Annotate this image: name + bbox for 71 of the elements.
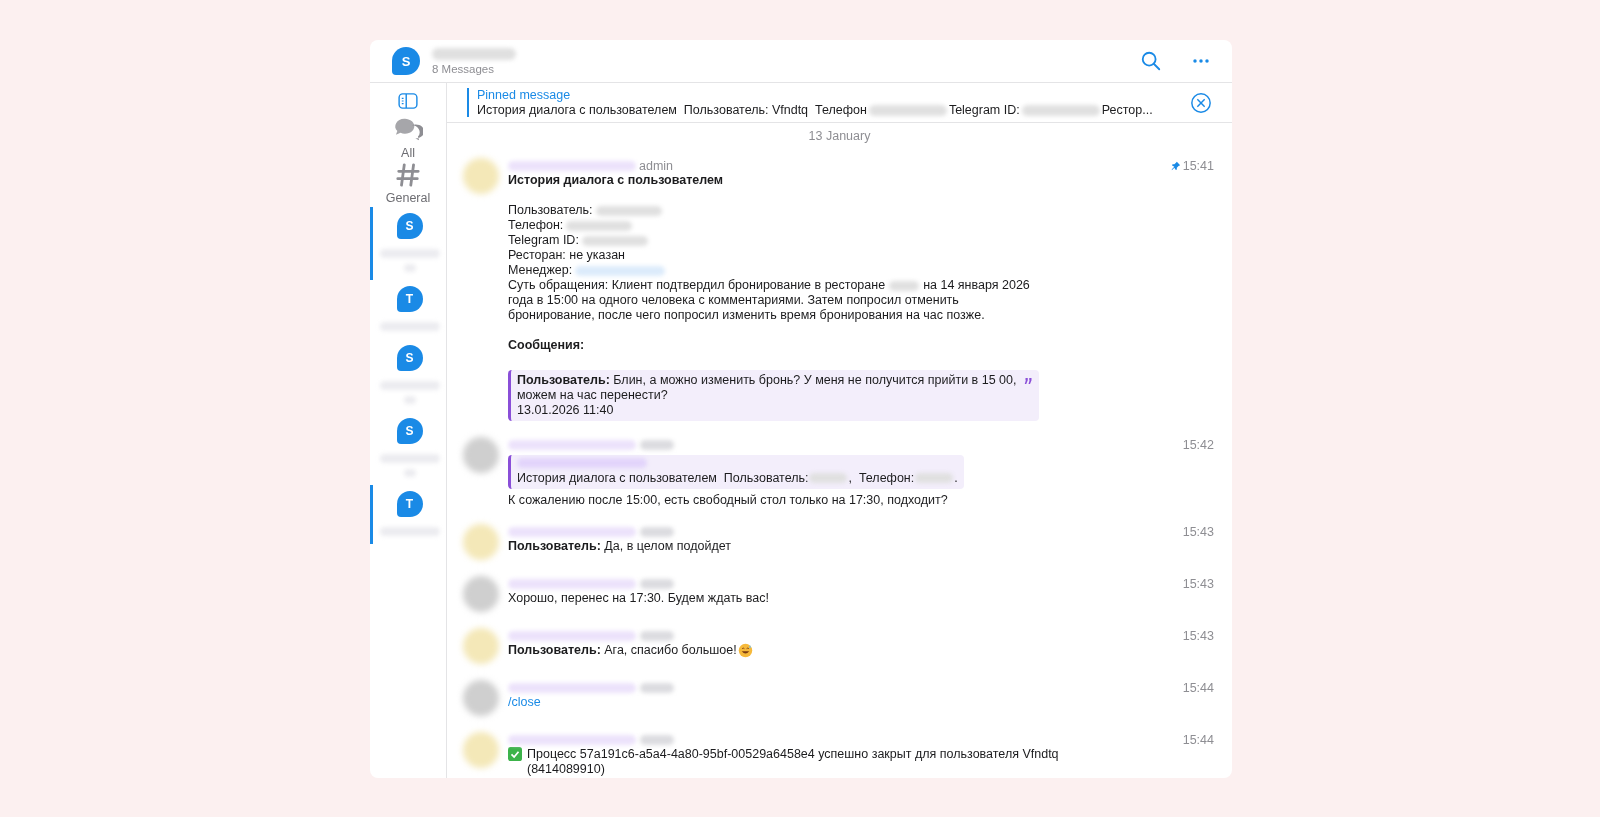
quote-date: 13.01.2026 11:40 (517, 403, 615, 418)
pinned-text: Telegram ID: (948, 103, 1020, 117)
message-text: Пользователь: Да, в целом подойдет (508, 539, 732, 554)
redacted-text (640, 630, 674, 641)
pinned-text: Рестор... (1101, 103, 1153, 117)
redacted-text (889, 280, 920, 291)
redacted-text (581, 235, 648, 246)
topic-avatar: S (396, 213, 423, 239)
redacted-text (640, 578, 674, 589)
more-icon[interactable] (1192, 58, 1210, 64)
search-icon[interactable] (1140, 50, 1162, 72)
field-label: Менеджер: (508, 263, 573, 278)
topic-item[interactable]: T (370, 280, 446, 339)
message-count: 8 Messages (432, 62, 495, 75)
hashtag-icon (393, 162, 423, 188)
redacted-text (915, 473, 954, 483)
field-label: Telegram ID: (508, 233, 579, 248)
message-text: История диалога с пользователем (508, 173, 725, 188)
topic-avatar: S (396, 345, 423, 371)
pinned-text: История диалога с пользователем Пользователь: Vfndtq Телефон (477, 103, 867, 117)
pinned-message-bar[interactable]: Pinned message История диалога с пользователем Пользователь: Vfndtq Телефон Telegram ID: Рестор... (447, 83, 1232, 123)
topic-avatar: T (396, 286, 423, 312)
command-link[interactable]: /close (508, 695, 541, 710)
message-time: 15:43 (1182, 576, 1214, 591)
sidebar-filter[interactable]: All (393, 117, 423, 160)
sidebar-filter[interactable]: General (385, 162, 431, 205)
redacted-text (566, 220, 633, 231)
message-text: Пользователь: Ага, спасибо большое! (508, 643, 737, 658)
message-text: Ресторан: не указан (508, 248, 626, 263)
close-icon[interactable] (1190, 91, 1212, 114)
message-text: на 14 января 2026 (923, 278, 1030, 293)
check-mark-icon (508, 747, 522, 761)
message-time: 15:43 (1182, 628, 1214, 643)
message-text: года в 15:00 на одного человека с комментариями. Затем попросил отменить бронирование, после чего попросил изменить время бронирования на час позже. (508, 293, 986, 323)
chat-avatar: S (392, 47, 420, 75)
redacted-text (640, 526, 674, 537)
field-label: Телефон: (508, 218, 564, 233)
pinned-label: Pinned message (477, 88, 572, 102)
topic-item[interactable]: S (370, 207, 446, 280)
redacted-text (640, 682, 674, 693)
message-text: Суть обращения: Клиент подтвердил бронирование в ресторане (508, 278, 886, 293)
date-separator: 13 January (807, 128, 872, 145)
message-time: 15:41 (1182, 158, 1214, 173)
quote-text: Пользователь: Блин, а можно изменить бронь? У меня не получится прийти в 15 00, можем на час перенести? (517, 373, 1018, 403)
redacted-text (640, 439, 674, 450)
sidebar-toggle-icon[interactable] (398, 93, 418, 109)
smiley-icon (737, 643, 753, 658)
redacted-text (595, 205, 662, 216)
reply-text: . (954, 471, 958, 485)
redacted-text (640, 734, 674, 745)
topic-item[interactable]: T (370, 485, 446, 544)
topic-avatar: S (396, 418, 423, 444)
message-time: 15:42 (1182, 437, 1214, 452)
author-role: admin (639, 158, 674, 173)
reply-text: , Телефон: (848, 471, 915, 485)
message-text: Сообщения: (508, 338, 586, 353)
message-time: 15:44 (1182, 680, 1214, 695)
message-time: 15:44 (1182, 732, 1214, 747)
field-label: Пользователь: (508, 203, 593, 218)
topic-avatar: T (396, 491, 423, 517)
message-text: Хорошо, перенес на 17:30. Будем ждать вас! (508, 591, 771, 606)
message-time: 15:43 (1182, 524, 1214, 539)
topic-item[interactable]: S (370, 412, 446, 485)
reply-text: История диалога с пользователем Пользователь: (517, 471, 809, 485)
chat-bubbles-icon (393, 117, 423, 143)
quote-mark-icon (1024, 377, 1033, 385)
topic-item[interactable]: S (370, 339, 446, 412)
message-text: К сожалению после 15:00, есть свободный стол только на 17:30, подходит? (508, 493, 949, 508)
redacted-text (809, 473, 848, 483)
message-text: Процесс 57a191c6-a5a4-4a80-95bf-00529a6458e4 успешно закрыт для пользователя Vfndtq (8414089910) (527, 747, 1060, 777)
reply-quote[interactable]: История диалога с пользователем Пользователь: , Телефон: . (508, 455, 964, 489)
